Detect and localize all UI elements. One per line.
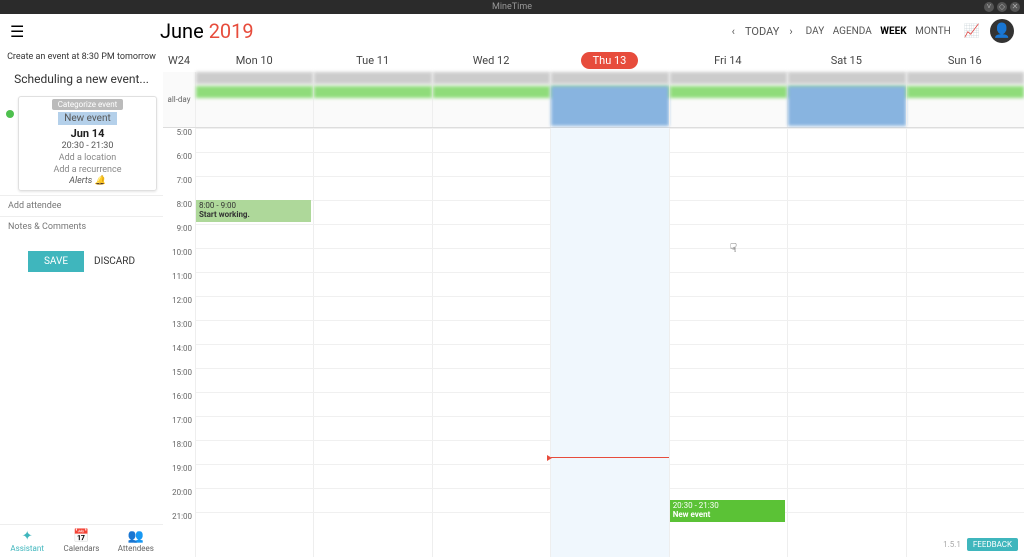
event-start-working[interactable]: 8:00 - 9:00 Start working. [196, 200, 311, 222]
calendar-color-dot[interactable] [6, 110, 14, 118]
view-agenda[interactable]: AGENDA [830, 26, 875, 37]
notes-link[interactable]: Notes & Comments [0, 216, 163, 237]
sidebar: Create an event at 8:30 PM tomorrow Sche… [0, 48, 163, 557]
close-icon[interactable]: ✕ [1010, 2, 1020, 12]
day-column-tue[interactable] [313, 128, 431, 557]
day-column-wed[interactable] [432, 128, 550, 557]
event-time[interactable]: 20:30 - 21:30 [62, 141, 114, 151]
time-gutter: 5:006:007:00 8:009:0010:00 11:0012:0013:… [163, 128, 195, 557]
week-number: W24 [163, 54, 195, 67]
view-switcher: DAY AGENDA WEEK MONTH [803, 26, 954, 37]
next-icon[interactable]: › [789, 25, 792, 38]
day-header-today[interactable]: Thu 13 [550, 54, 668, 67]
top-bar: ☰ June 2019 ‹ TODAY › DAY AGENDA WEEK MO… [0, 14, 1024, 48]
allday-cell[interactable] [906, 72, 1024, 127]
month-title: June 2019 [160, 19, 254, 43]
tab-calendars[interactable]: 📅Calendars [54, 525, 108, 557]
view-week[interactable]: WEEK [877, 26, 909, 37]
feedback-button[interactable]: FEEDBACK [967, 538, 1018, 551]
day-header[interactable]: Tue 11 [313, 54, 431, 67]
categorize-button[interactable]: Categorize event [52, 99, 124, 110]
version-label: 1.5.1 [943, 540, 961, 549]
menu-icon[interactable]: ☰ [10, 22, 30, 41]
event-date[interactable]: Jun 14 [71, 127, 105, 140]
allday-cell[interactable] [550, 72, 668, 127]
allday-cell[interactable] [195, 72, 313, 127]
app-title: MineTime [492, 2, 532, 12]
day-column-fri[interactable]: ☟ 20:30 - 21:30 New event [669, 128, 787, 557]
window-titlebar: MineTime ˅ ◇ ✕ [0, 0, 1024, 14]
day-header[interactable]: Mon 10 [195, 54, 313, 67]
add-location-link[interactable]: Add a location [19, 153, 156, 163]
create-hint: Create an event at 8:30 PM tomorrow [0, 48, 163, 66]
day-column-thu[interactable] [550, 128, 668, 557]
allday-cell[interactable] [432, 72, 550, 127]
calendar-grid: W24 Mon 10 Tue 11 Wed 12 Thu 13 Fri 14 S… [163, 48, 1024, 557]
attendees-icon: 👥 [109, 529, 163, 544]
day-header[interactable]: Wed 12 [432, 54, 550, 67]
maximize-icon[interactable]: ◇ [997, 2, 1007, 12]
avatar[interactable]: 👤 [990, 19, 1014, 43]
analytics-icon[interactable]: 📈 [964, 24, 980, 39]
sidebar-tabs: ✦Assistant 📅Calendars 👥Attendees [0, 524, 163, 557]
add-recurrence-link[interactable]: Add a recurrence [19, 165, 156, 175]
day-header-row: W24 Mon 10 Tue 11 Wed 12 Thu 13 Fri 14 S… [163, 48, 1024, 72]
alerts-link[interactable]: Alerts 🔔 [69, 176, 105, 186]
event-card: Categorize event New event Jun 14 20:30 … [18, 96, 157, 191]
save-button[interactable]: SAVE [28, 251, 84, 272]
assistant-icon: ✦ [0, 529, 54, 544]
discard-button[interactable]: DISCARD [94, 251, 135, 272]
day-header[interactable]: Fri 14 [669, 54, 787, 67]
event-new-event[interactable]: 20:30 - 21:30 New event [670, 500, 785, 522]
minimize-icon[interactable]: ˅ [984, 2, 994, 12]
mouse-cursor-icon: ☟ [730, 241, 737, 255]
day-header[interactable]: Sun 16 [906, 54, 1024, 67]
view-month[interactable]: MONTH [912, 26, 954, 37]
tab-attendees[interactable]: 👥Attendees [109, 525, 163, 557]
day-column-sun[interactable] [906, 128, 1024, 557]
tab-assistant[interactable]: ✦Assistant [0, 525, 54, 557]
day-column-mon[interactable]: 8:00 - 9:00 Start working. [195, 128, 313, 557]
allday-cell[interactable] [313, 72, 431, 127]
calendars-icon: 📅 [54, 529, 108, 544]
day-column-sat[interactable] [787, 128, 905, 557]
view-day[interactable]: DAY [803, 26, 828, 37]
allday-row: all-day [163, 72, 1024, 128]
allday-cell[interactable] [669, 72, 787, 127]
allday-cell[interactable] [787, 72, 905, 127]
add-attendee-link[interactable]: Add attendee [0, 195, 163, 216]
scheduling-title: Scheduling a new event... [0, 66, 163, 92]
event-title-input[interactable]: New event [58, 112, 117, 125]
day-header[interactable]: Sat 15 [787, 54, 905, 67]
today-button[interactable]: TODAY [745, 25, 779, 38]
prev-icon[interactable]: ‹ [732, 25, 735, 38]
